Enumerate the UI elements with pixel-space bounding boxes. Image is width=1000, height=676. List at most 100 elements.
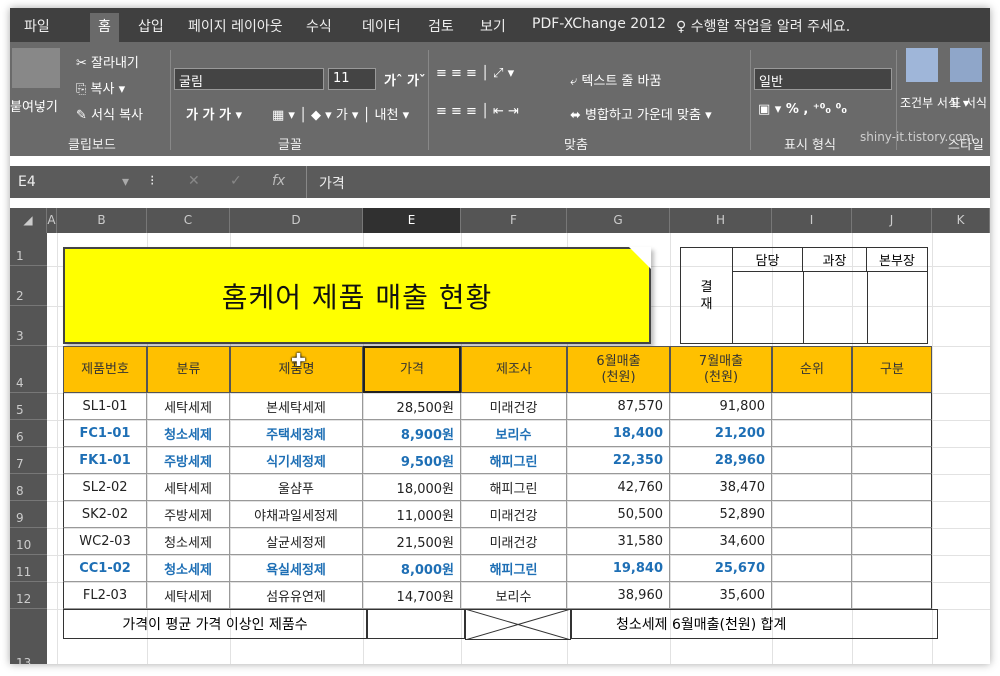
cell-rank[interactable] [772,582,852,609]
cell-july-sales[interactable]: 35,600 [670,582,772,609]
font-style-buttons[interactable]: 가 가 가 ▾ [186,104,242,123]
cell-class[interactable] [852,420,932,447]
cell-july-sales[interactable]: 28,960 [670,447,772,474]
border-fill-color-icons[interactable]: ▦ ▾ │ ◆ ▾ 가 ▾ │ 내천 ▾ [272,104,409,123]
cell-june-sales[interactable]: 50,500 [567,501,670,528]
tab-data[interactable]: 데이터 [362,16,401,36]
cell-june-sales[interactable]: 31,580 [567,528,670,555]
cell-category[interactable]: 주방세제 [147,501,230,528]
paste-icon[interactable] [12,48,60,88]
cell-category[interactable]: 청소세제 [147,420,230,447]
column-header-j[interactable]: J [852,208,932,233]
cell-product-id[interactable]: WC2-03 [63,528,147,555]
name-box[interactable]: E4 [18,174,36,190]
number-format-icons[interactable]: ▣ ▾ % , ⁺⁰₀ ⁰₀ [758,102,847,117]
cell-price[interactable]: 11,000원 [363,501,461,528]
header-rank[interactable]: 순위 [772,346,852,393]
cell-maker[interactable]: 미래건강 [461,501,567,528]
table-format-button[interactable]: 표 서식 ▾ [950,94,990,112]
column-header-b[interactable]: B [57,208,147,233]
column-header-d[interactable]: D [230,208,363,233]
cell-product-name[interactable]: 본세탁세제 [230,393,363,420]
copy-button[interactable]: ⎘ 복사 ▾ [76,78,125,97]
cell-product-name[interactable]: 섬유유연제 [230,582,363,609]
cell-june-sales[interactable]: 22,350 [567,447,670,474]
cell-product-id[interactable]: SK2-02 [63,501,147,528]
cell-price[interactable]: 21,500원 [363,528,461,555]
header-product-id[interactable]: 제품번호 [63,346,147,393]
tab-home[interactable]: 홈 [90,13,119,44]
cell-june-sales[interactable]: 38,960 [567,582,670,609]
tab-review[interactable]: 검토 [428,16,454,36]
cell-category[interactable]: 세탁세제 [147,582,230,609]
cell-category[interactable]: 세탁세제 [147,474,230,501]
cell-class[interactable] [852,393,932,420]
row-header-11[interactable]: 11 [10,555,47,582]
cell-july-sales[interactable]: 25,670 [670,555,772,582]
header-maker[interactable]: 제조사 [461,346,567,393]
cell-price[interactable]: 8,000원 [363,555,461,582]
cell-july-sales[interactable]: 91,800 [670,393,772,420]
cell-maker[interactable]: 보리수 [461,420,567,447]
row-header-10[interactable]: 10 [10,528,47,555]
row-header-3[interactable]: 3 [10,306,47,346]
wrap-text-button[interactable]: ⤶ 텍스트 줄 바꿈 [570,70,661,89]
cell-product-id[interactable]: FK1-01 [63,447,147,474]
cell-product-id[interactable]: CC1-02 [63,555,147,582]
cell-maker[interactable]: 해피그린 [461,474,567,501]
column-header-g[interactable]: G [567,208,670,233]
enter-icon[interactable]: ✓ [230,173,242,189]
column-header-k[interactable]: K [932,208,990,233]
cell-product-name[interactable]: 살균세정제 [230,528,363,555]
cell-june-sales[interactable]: 18,400 [567,420,670,447]
cell-july-sales[interactable]: 21,200 [670,420,772,447]
tab-page-layout[interactable]: 페이지 레이아웃 [188,16,283,36]
tab-pdf-xchange[interactable]: PDF-XChange 2012 [532,16,666,32]
row-header-7[interactable]: 7 [10,447,47,474]
column-header-f[interactable]: F [461,208,567,233]
cell-rank[interactable] [772,393,852,420]
align-center-icons[interactable]: ≡ ≡ ≡ │ ⇤ ⇥ [436,104,519,119]
column-header-e[interactable]: E [363,208,461,233]
number-format-combo[interactable]: 일반 [754,68,892,90]
row-header-5[interactable]: 5 [10,393,47,420]
header-class[interactable]: 구분 [852,346,932,393]
cell-category[interactable]: 주방세제 [147,447,230,474]
cell-july-sales[interactable]: 38,470 [670,474,772,501]
tab-insert[interactable]: 삽입 [138,16,164,36]
cell-price[interactable]: 18,000원 [363,474,461,501]
cell-class[interactable] [852,447,932,474]
formula-input[interactable]: 가격 [306,166,990,198]
cell-june-sales[interactable]: 19,840 [567,555,670,582]
cell-maker[interactable]: 보리수 [461,582,567,609]
cell-product-id[interactable]: FL2-03 [63,582,147,609]
select-all-corner[interactable]: ◢ [10,208,47,233]
cell-category[interactable]: 청소세제 [147,528,230,555]
conditional-format-icon[interactable] [906,48,938,82]
footer-left-value[interactable] [367,609,465,639]
cell-category[interactable]: 청소세제 [147,555,230,582]
insert-function-button[interactable]: fx [272,173,285,189]
cell-class[interactable] [852,528,932,555]
grow-font-icon[interactable]: 가ˆ 가ˇ [384,70,425,89]
table-format-icon[interactable] [950,48,982,82]
row-header-13[interactable]: 13 [10,609,47,664]
paste-button[interactable]: 붙여넣기 [10,96,58,115]
header-july-sales[interactable]: 7월매출 (천원) [670,346,772,393]
header-category[interactable]: 분류 [147,346,230,393]
cell-rank[interactable] [772,420,852,447]
cell-rank[interactable] [772,555,852,582]
font-size-combo[interactable]: 11 [328,68,376,90]
cell-maker[interactable]: 해피그린 [461,447,567,474]
cell-june-sales[interactable]: 87,570 [567,393,670,420]
cell-product-name[interactable]: 야채과일세정제 [230,501,363,528]
cut-button[interactable]: ✂ 잘라내기 [76,52,139,71]
format-painter-button[interactable]: ✎ 서식 복사 [76,104,143,123]
cell-class[interactable] [852,501,932,528]
cell-price[interactable]: 28,500원 [363,393,461,420]
tab-formulas[interactable]: 수식 [306,16,332,36]
column-header-h[interactable]: H [670,208,772,233]
cell-price[interactable]: 14,700원 [363,582,461,609]
cell-rank[interactable] [772,447,852,474]
cell-product-id[interactable]: SL1-01 [63,393,147,420]
